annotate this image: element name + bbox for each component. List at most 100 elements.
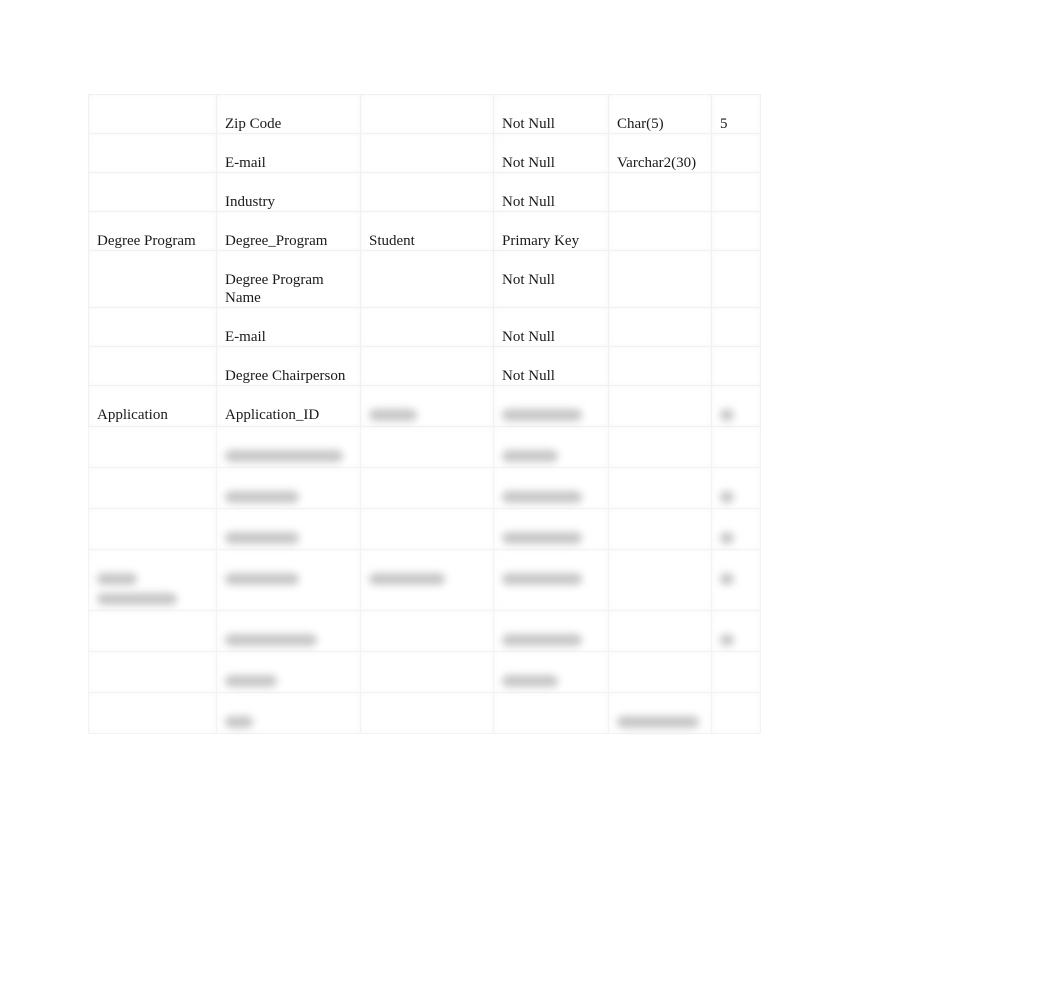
table-row: Application Application_ID	[88, 385, 761, 427]
blurred-cell	[711, 467, 761, 509]
entity-cell: Degree Program	[88, 211, 217, 251]
entity-cell	[88, 307, 217, 347]
blurred-cell	[493, 426, 609, 468]
references-cell: Student	[360, 211, 494, 251]
attribute-cell: Zip Code	[216, 94, 361, 134]
attribute-cell: Application_ID	[216, 385, 361, 427]
references-cell	[360, 385, 494, 427]
table-row: Degree Program Name Not Null	[88, 250, 761, 308]
attribute-cell: Degree_Program	[216, 211, 361, 251]
blurred-cell	[711, 651, 761, 693]
size-cell	[711, 307, 761, 347]
blurred-cell	[711, 610, 761, 652]
blurred-cell	[88, 692, 217, 734]
table-row-blurred	[88, 426, 761, 468]
blurred-cell	[216, 651, 361, 693]
constraint-cell: Not Null	[493, 250, 609, 308]
constraint-cell: Not Null	[493, 172, 609, 212]
blurred-cell	[711, 508, 761, 550]
blurred-cell	[88, 508, 217, 550]
size-cell	[711, 133, 761, 173]
constraint-cell	[493, 385, 609, 427]
references-cell	[360, 346, 494, 386]
table-row-blurred	[88, 651, 761, 693]
blurred-cell	[608, 651, 712, 693]
blurred-cell	[608, 467, 712, 509]
entity-cell	[88, 250, 217, 308]
datatype-cell	[608, 385, 712, 427]
table-row-blurred	[88, 549, 761, 611]
table-row: E-mail Not Null Varchar2(30)	[88, 133, 761, 173]
blurred-cell	[711, 692, 761, 734]
constraint-cell: Not Null	[493, 133, 609, 173]
constraint-cell: Not Null	[493, 94, 609, 134]
entity-cell: Application	[88, 385, 217, 427]
size-cell	[711, 250, 761, 308]
entity-cell	[88, 346, 217, 386]
blurred-cell	[493, 549, 609, 611]
table-row: Industry Not Null	[88, 172, 761, 212]
table-row: Degree Program Degree_Program Student Pr…	[88, 211, 761, 251]
entity-cell	[88, 133, 217, 173]
blurred-cell	[608, 549, 712, 611]
blurred-cell	[608, 508, 712, 550]
blurred-cell	[360, 610, 494, 652]
blurred-cell	[88, 467, 217, 509]
schema-table: Zip Code Not Null Char(5) 5 E-mail Not N…	[88, 94, 761, 734]
blurred-cell	[216, 610, 361, 652]
table-row-blurred	[88, 467, 761, 509]
constraint-cell: Primary Key	[493, 211, 609, 251]
references-cell	[360, 133, 494, 173]
blurred-cell	[493, 467, 609, 509]
blurred-cell	[711, 426, 761, 468]
datatype-cell	[608, 172, 712, 212]
attribute-cell: Degree Chairperson	[216, 346, 361, 386]
table-row-blurred	[88, 508, 761, 550]
blurred-cell	[493, 692, 609, 734]
datatype-cell	[608, 250, 712, 308]
blurred-cell	[493, 610, 609, 652]
blurred-cell	[216, 426, 361, 468]
constraint-cell: Not Null	[493, 346, 609, 386]
table-row: E-mail Not Null	[88, 307, 761, 347]
datatype-cell	[608, 346, 712, 386]
table-row: Degree Chairperson Not Null	[88, 346, 761, 386]
table-row-blurred	[88, 610, 761, 652]
table-row-blurred	[88, 692, 761, 734]
references-cell	[360, 172, 494, 212]
blurred-cell	[711, 549, 761, 611]
blurred-cell	[360, 692, 494, 734]
table-row: Zip Code Not Null Char(5) 5	[88, 94, 761, 134]
blurred-cell	[360, 549, 494, 611]
entity-cell	[88, 94, 217, 134]
constraint-cell: Not Null	[493, 307, 609, 347]
blurred-cell	[88, 610, 217, 652]
blurred-cell	[88, 651, 217, 693]
references-cell	[360, 250, 494, 308]
blurred-cell	[360, 651, 494, 693]
blurred-cell	[608, 692, 712, 734]
blurred-cell	[360, 467, 494, 509]
blurred-cell	[608, 610, 712, 652]
attribute-cell: Degree Program Name	[216, 250, 361, 308]
blurred-cell	[216, 508, 361, 550]
references-cell	[360, 94, 494, 134]
blurred-cell	[88, 549, 217, 611]
document-table-container: Zip Code Not Null Char(5) 5 E-mail Not N…	[88, 94, 761, 734]
blurred-cell	[493, 651, 609, 693]
blurred-cell	[216, 692, 361, 734]
datatype-cell	[608, 211, 712, 251]
blurred-cell	[88, 426, 217, 468]
size-cell	[711, 211, 761, 251]
datatype-cell: Varchar2(30)	[608, 133, 712, 173]
datatype-cell: Char(5)	[608, 94, 712, 134]
attribute-cell: Industry	[216, 172, 361, 212]
entity-cell	[88, 172, 217, 212]
attribute-cell: E-mail	[216, 133, 361, 173]
datatype-cell	[608, 307, 712, 347]
blurred-cell	[360, 508, 494, 550]
blurred-cell	[493, 508, 609, 550]
blurred-cell	[360, 426, 494, 468]
size-cell	[711, 346, 761, 386]
blurred-cell	[216, 467, 361, 509]
